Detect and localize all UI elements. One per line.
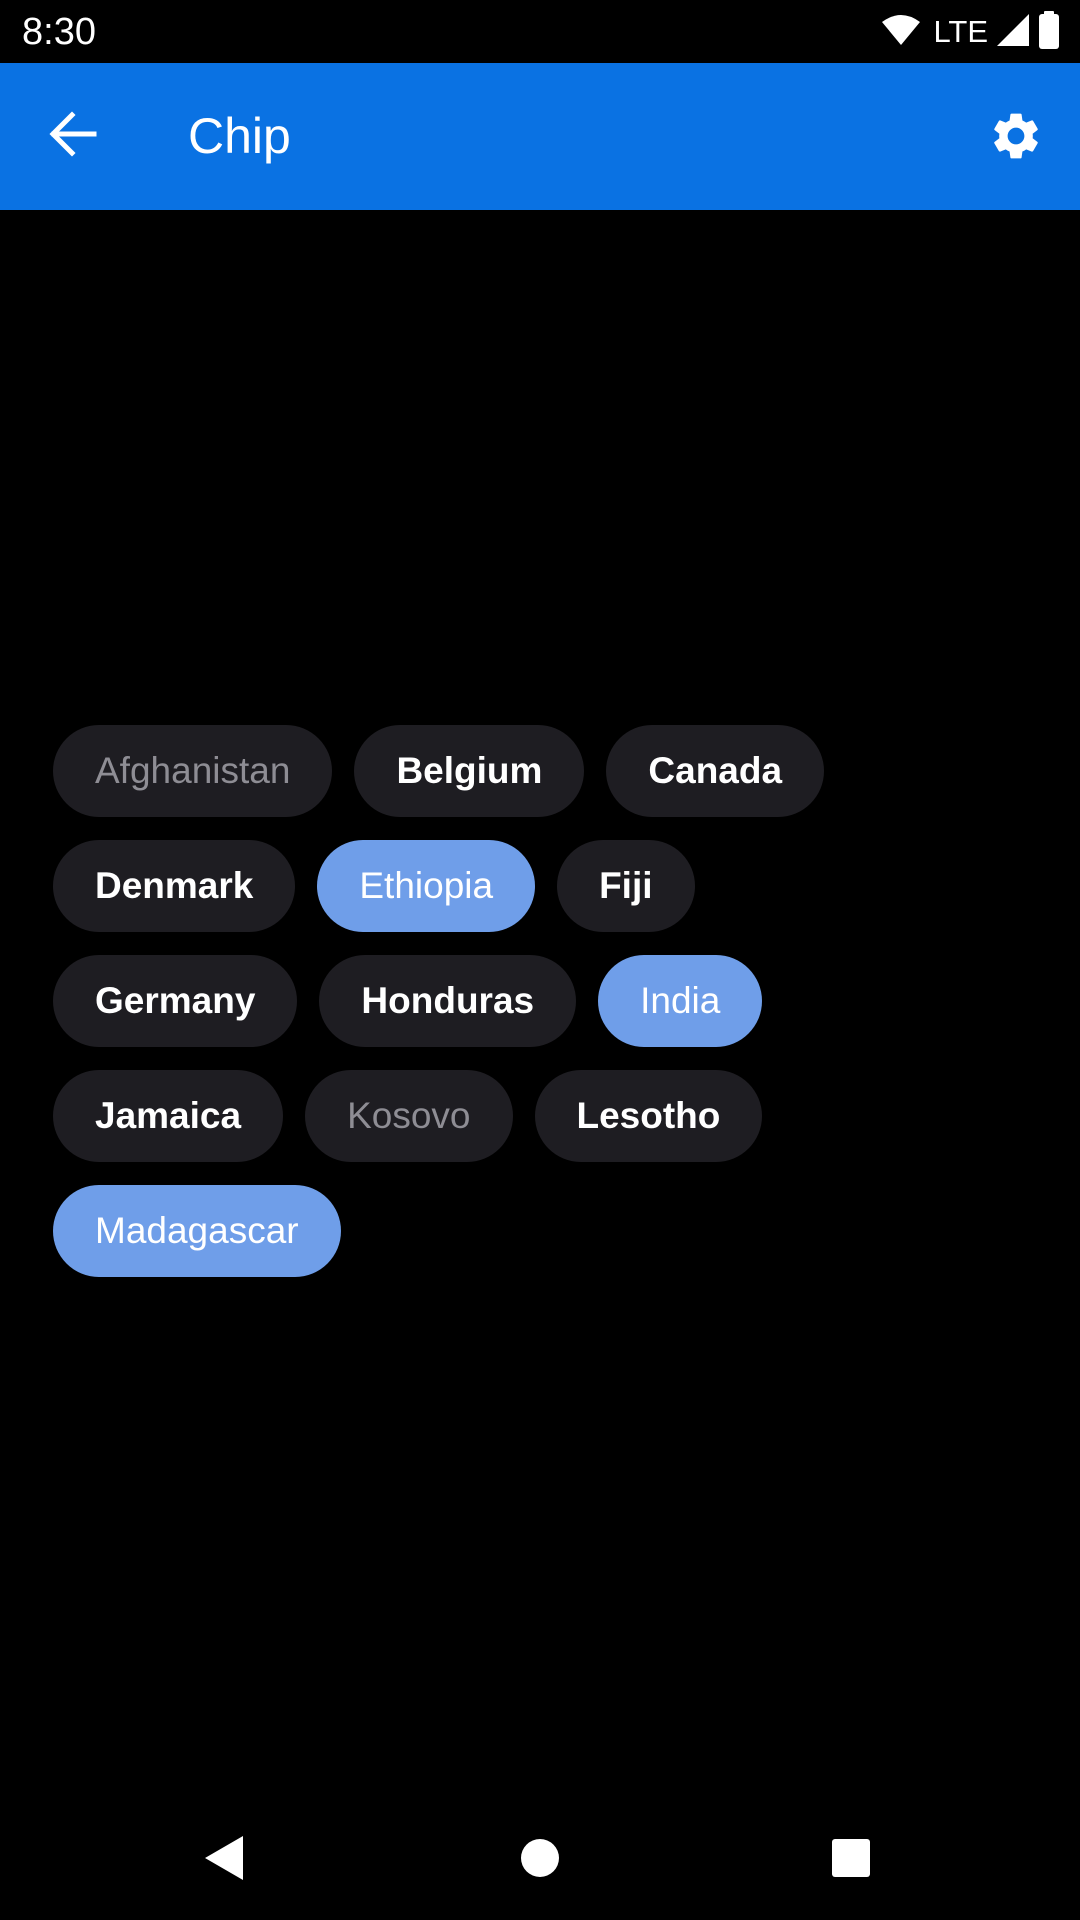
chip-group: Afghanistan Belgium Canada Denmark Ethio…: [53, 725, 1013, 1277]
screen: 8:30 LTE Chip Afghanistan Belgium Canada…: [0, 0, 1080, 1920]
chip-honduras[interactable]: Honduras: [319, 955, 577, 1047]
status-icons: LTE: [881, 10, 1060, 54]
chip-row: Afghanistan Belgium Canada: [53, 725, 1013, 817]
battery-icon: [1038, 10, 1060, 54]
chip-kosovo: Kosovo: [305, 1070, 513, 1162]
chip-ethiopia[interactable]: Ethiopia: [317, 840, 536, 932]
chip-fiji[interactable]: Fiji: [557, 840, 695, 932]
network-type: LTE: [933, 14, 988, 49]
page-title: Chip: [188, 108, 291, 164]
arrow-back-icon: [48, 110, 98, 162]
nav-back-button[interactable]: [185, 1820, 265, 1900]
app-bar: Chip: [0, 63, 1080, 210]
chip-canada[interactable]: Canada: [606, 725, 825, 817]
chip-denmark[interactable]: Denmark: [53, 840, 296, 932]
recents-square-icon: [831, 1838, 871, 1883]
chip-row: Madagascar: [53, 1185, 1013, 1277]
chip-row: Jamaica Kosovo Lesotho: [53, 1070, 1013, 1162]
chip-row: Denmark Ethiopia Fiji: [53, 840, 1013, 932]
nav-recents-button[interactable]: [811, 1820, 891, 1900]
chip-lesotho[interactable]: Lesotho: [534, 1070, 763, 1162]
status-bar: 8:30 LTE: [0, 0, 1080, 63]
chip-row: Germany Honduras India: [53, 955, 1013, 1047]
back-triangle-icon: [203, 1834, 247, 1887]
chip-india[interactable]: India: [598, 955, 763, 1047]
chip-jamaica[interactable]: Jamaica: [53, 1070, 284, 1162]
settings-button[interactable]: [976, 98, 1056, 178]
gear-icon: [988, 108, 1044, 169]
chip-germany[interactable]: Germany: [53, 955, 298, 1047]
chip-belgium[interactable]: Belgium: [354, 725, 585, 817]
status-time: 8:30: [22, 11, 96, 53]
chip-afghanistan: Afghanistan: [53, 725, 333, 817]
signal-icon: [996, 13, 1030, 52]
nav-home-button[interactable]: [500, 1820, 580, 1900]
back-button[interactable]: [30, 103, 116, 169]
navigation-bar: [0, 1800, 1080, 1920]
wifi-icon: [881, 14, 921, 51]
home-circle-icon: [520, 1838, 560, 1883]
chip-madagascar[interactable]: Madagascar: [53, 1185, 341, 1277]
